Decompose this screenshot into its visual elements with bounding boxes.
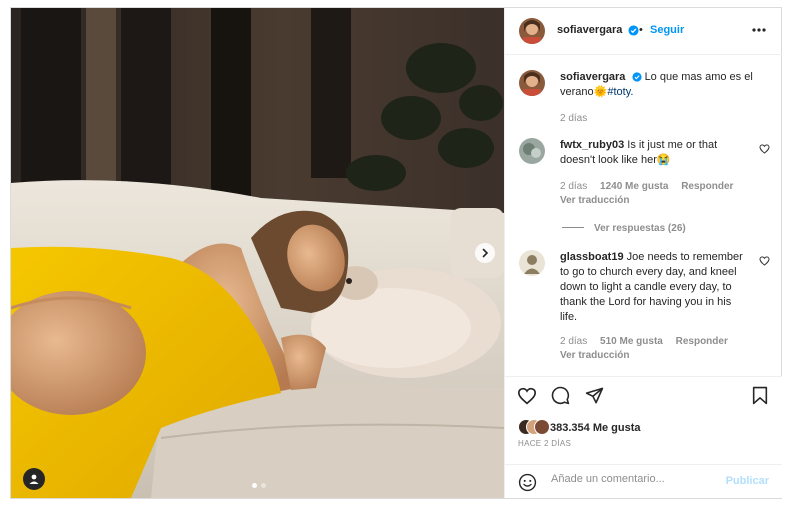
- comment-text: fwtx_ruby03 Is it just me or that doesn'…: [560, 138, 750, 168]
- comment-time[interactable]: 2 días: [560, 181, 587, 192]
- likes-count[interactable]: 383.354 Me gusta: [550, 422, 641, 434]
- emoji-icon[interactable]: [518, 473, 537, 492]
- reply-button[interactable]: Responder: [676, 336, 728, 347]
- comment-input[interactable]: [551, 473, 721, 485]
- comment-meta: 2 días 1240 Me gusta Responder: [560, 181, 743, 192]
- send-icon[interactable]: [585, 386, 604, 405]
- reply-button[interactable]: Responder: [681, 181, 733, 192]
- comment-time[interactable]: 2 días: [560, 336, 587, 347]
- translate-button[interactable]: Ver traducción: [560, 195, 629, 206]
- comment-meta: 2 días 510 Me gusta Responder: [560, 336, 738, 347]
- profile-photo: [519, 70, 545, 96]
- add-comment-bar: Publicar: [505, 464, 782, 499]
- comments-list[interactable]: sofiavergara Lo que mas amo es el verano…: [505, 56, 782, 378]
- carousel-dot-1: [252, 483, 257, 488]
- caption-text: sofiavergara Lo que mas amo es el verano…: [560, 70, 760, 100]
- view-replies[interactable]: Ver respuestas (26): [562, 223, 686, 234]
- caption-time[interactable]: 2 días: [560, 113, 587, 124]
- profile-photo: [519, 250, 545, 276]
- profile-photo: [519, 18, 545, 44]
- heart-icon[interactable]: [759, 256, 770, 266]
- carousel-dot-2: [261, 483, 266, 488]
- caption-username[interactable]: sofiavergara: [560, 71, 625, 83]
- post-time-ago[interactable]: HACE 2 DÍAS: [518, 439, 571, 448]
- verified-badge-icon: [631, 72, 642, 82]
- post-header: sofiavergara • Seguir: [505, 8, 782, 55]
- bookmark-icon[interactable]: [752, 386, 768, 405]
- post-details-panel: sofiavergara • Seguir sofiavergara Lo qu…: [504, 8, 782, 498]
- profile-photo: [519, 138, 545, 164]
- next-photo-button[interactable]: [475, 243, 495, 263]
- chevron-right-icon: [482, 248, 489, 258]
- tagged-users-button[interactable]: [23, 468, 45, 490]
- liked-by-avatars[interactable]: [518, 419, 550, 435]
- replies-line: [562, 227, 584, 228]
- instagram-post: sofiavergara • Seguir sofiavergara Lo qu…: [10, 7, 782, 499]
- comment-likes[interactable]: 1240 Me gusta: [600, 181, 668, 192]
- avatar[interactable]: [519, 250, 545, 276]
- header-separator: •: [639, 24, 643, 36]
- view-replies-label[interactable]: Ver respuestas (26): [594, 223, 686, 234]
- header-username[interactable]: sofiavergara: [557, 24, 622, 36]
- carousel-indicator: [252, 483, 266, 488]
- comment-username[interactable]: glassboat19: [560, 251, 624, 263]
- caption-hashtag[interactable]: #toty.: [607, 86, 633, 98]
- publish-button[interactable]: Publicar: [726, 475, 769, 487]
- more-options-icon[interactable]: [752, 28, 766, 32]
- heart-icon[interactable]: [759, 144, 770, 154]
- heart-icon[interactable]: [517, 387, 537, 405]
- follow-button[interactable]: Seguir: [650, 24, 684, 36]
- translate-button[interactable]: Ver traducción: [560, 350, 629, 361]
- liked-by-avatar-stack: [518, 419, 550, 435]
- comment-icon[interactable]: [551, 386, 570, 405]
- avatar[interactable]: [519, 18, 545, 44]
- avatar[interactable]: [519, 138, 545, 164]
- comment-username[interactable]: fwtx_ruby03: [560, 139, 624, 151]
- avatar[interactable]: [519, 70, 545, 96]
- caption-emoji: 🌞: [593, 86, 608, 98]
- post-actions: 383.354 Me gusta HACE 2 DÍAS Publicar: [505, 376, 782, 498]
- photo-illustration: [11, 8, 504, 498]
- comment-text: glassboat19 Joe needs to remember to go …: [560, 250, 750, 325]
- caption-meta: 2 días: [560, 113, 597, 124]
- comment-likes[interactable]: 510 Me gusta: [600, 336, 663, 347]
- user-tag-icon: [29, 474, 39, 484]
- verified-badge-icon: [628, 25, 639, 36]
- post-photo[interactable]: [11, 8, 504, 498]
